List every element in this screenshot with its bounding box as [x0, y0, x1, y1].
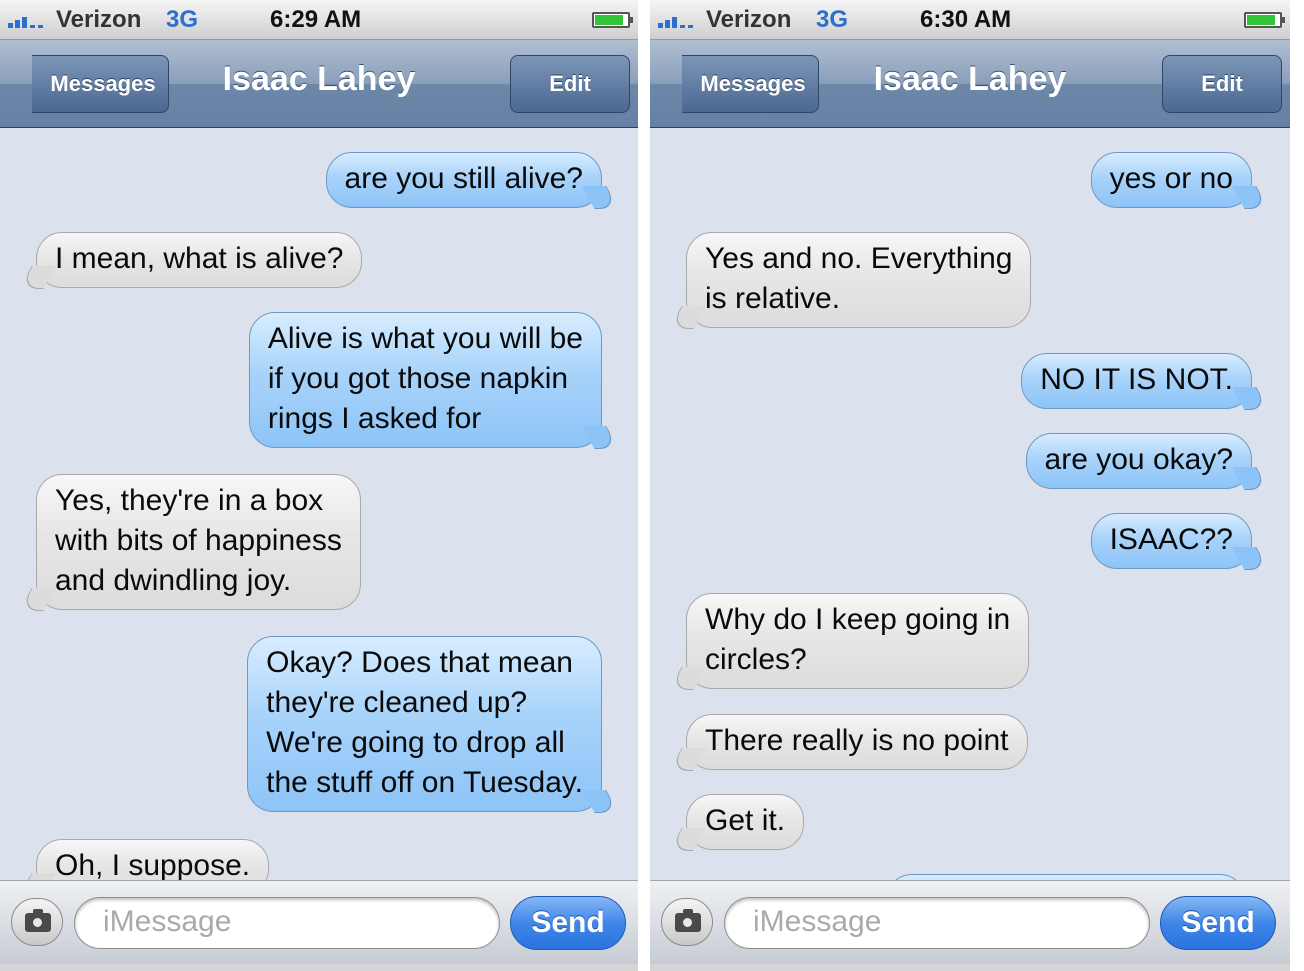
messages-back-button[interactable]: Messages	[682, 55, 819, 113]
carrier-name: Verizon	[56, 6, 142, 33]
carrier-name: Verizon	[706, 6, 792, 33]
conversation-screen-right: Verizon 3G 6:30 AM Messages Isaac Lahey …	[650, 0, 1290, 971]
messages-back-button[interactable]: Messages	[32, 55, 169, 113]
message-thread[interactable]: are you still alive? I mean, what is ali…	[0, 129, 638, 880]
back-button-label: Messages	[50, 71, 156, 96]
sent-message-bubble[interactable]: Okay? Does that mean they're cleaned up?…	[247, 636, 602, 812]
navigation-bar: Messages Isaac Lahey Edit	[650, 40, 1290, 128]
sent-message-bubble[interactable]: ISAAC??	[1090, 513, 1252, 569]
navigation-bar: Messages Isaac Lahey Edit	[0, 40, 638, 128]
message-text: Why do I keep going in circles?	[705, 603, 1011, 676]
message-text: Alive is what you will be if you got tho…	[267, 322, 583, 435]
imessage-input[interactable]: iMessage	[74, 897, 500, 949]
network-type: 3G	[816, 6, 849, 33]
imessage-input[interactable]: iMessage	[724, 897, 1150, 949]
received-message-bubble[interactable]: Oh, I suppose.	[36, 839, 270, 880]
signal-strength-icon	[8, 14, 50, 28]
conversation-screen-left: Verizon 3G 6:29 AM Messages Isaac Lahey …	[0, 0, 638, 971]
message-text: Yes, they're in a box with bits of happi…	[55, 484, 342, 597]
sent-message-bubble[interactable]: Alive is what you will be if you got tho…	[248, 312, 602, 448]
edit-button[interactable]: Edit	[1162, 55, 1282, 113]
sent-message-bubble[interactable]: are you okay?	[1025, 433, 1252, 489]
camera-icon	[675, 909, 701, 932]
received-message-bubble[interactable]: Yes, they're in a box with bits of happi…	[36, 474, 361, 610]
signal-strength-icon	[658, 14, 700, 28]
battery-icon	[592, 12, 633, 28]
contact-name-title: Isaac Lahey	[873, 60, 1067, 98]
next-status-bar-edge	[650, 964, 1290, 971]
camera-button[interactable]	[11, 898, 63, 946]
received-message-bubble[interactable]: There really is no point	[686, 714, 1028, 770]
status-time: 6:30 AM	[920, 6, 1012, 33]
status-bar: Verizon 3G 6:29 AM	[0, 0, 638, 40]
message-text: Yes and no. Everything is relative.	[705, 242, 1013, 315]
compose-bar: iMessage Send	[0, 880, 638, 964]
received-message-bubble[interactable]: Yes and no. Everything is relative.	[686, 232, 1032, 328]
received-message-bubble[interactable]: I mean, what is alive?	[36, 232, 363, 288]
message-thread[interactable]: yes or no Yes and no. Everything is rela…	[650, 129, 1290, 880]
network-type: 3G	[166, 6, 199, 33]
sent-message-bubble[interactable]: yes or no	[1090, 152, 1252, 208]
camera-icon	[25, 909, 51, 932]
message-text: Okay? Does that mean they're cleaned up?…	[266, 646, 583, 799]
back-button-label: Messages	[700, 71, 806, 96]
send-button[interactable]: Send	[510, 896, 626, 950]
received-message-bubble[interactable]: Why do I keep going in circles?	[686, 593, 1030, 689]
received-message-bubble[interactable]: Get it.	[686, 794, 805, 850]
status-time: 6:29 AM	[270, 6, 362, 33]
contact-name-title: Isaac Lahey	[222, 60, 416, 98]
compose-bar: iMessage Send	[650, 880, 1290, 964]
edit-button[interactable]: Edit	[510, 55, 630, 113]
camera-button[interactable]	[661, 898, 713, 946]
battery-icon	[1244, 12, 1285, 28]
next-status-bar-edge	[0, 964, 638, 971]
status-bar: Verizon 3G 6:30 AM	[650, 0, 1290, 40]
sent-message-bubble[interactable]: are you still alive?	[325, 152, 602, 208]
send-button[interactable]: Send	[1160, 896, 1276, 950]
sent-message-bubble[interactable]: NO IT IS NOT.	[1021, 353, 1252, 409]
